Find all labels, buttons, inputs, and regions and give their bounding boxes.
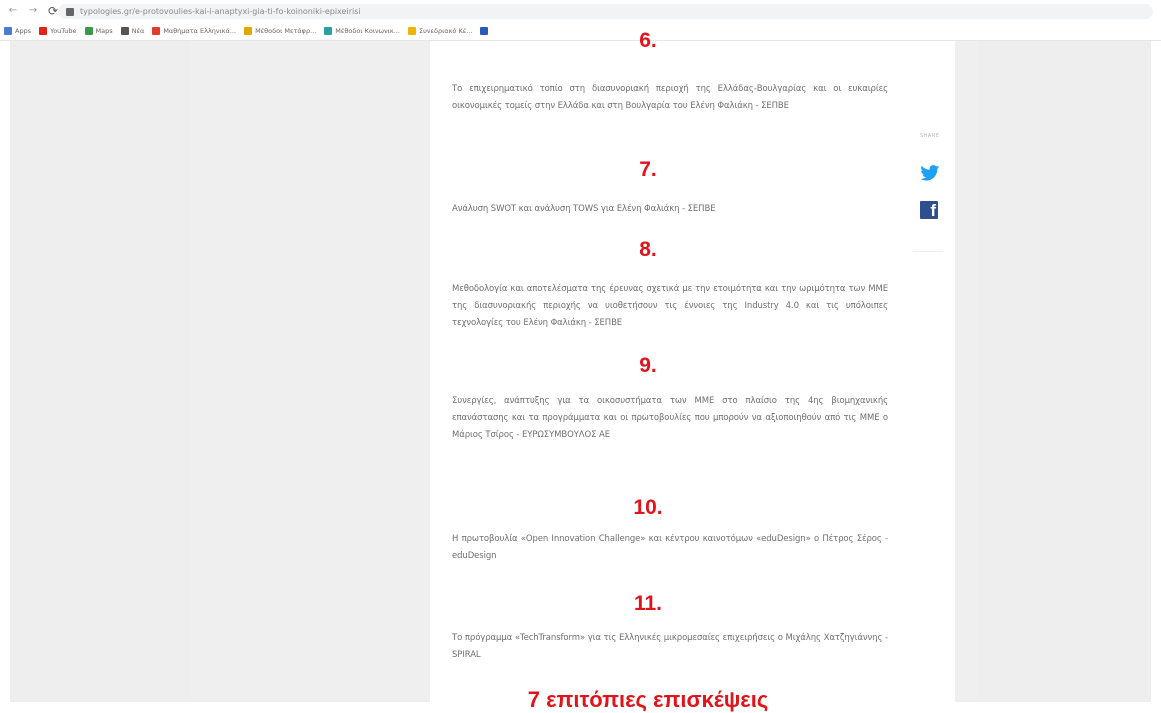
section-text: Ανάλυση SWOT και ανάλυση TOWS για Ελένη … — [452, 204, 716, 214]
forward-icon[interactable]: → — [26, 4, 40, 18]
bookmark-icon — [120, 27, 129, 35]
browser-toolbar: ← → ⟳ typologies.gr/e-protovoulies-kai-i… — [0, 0, 1161, 22]
section-text: Το πρόγραμμα «TechTransform» για τις Ελλ… — [452, 633, 888, 660]
lock-icon — [66, 7, 74, 16]
section-text: Συνεργίες, ανάπτυξης για τα οικοσυστήματ… — [452, 396, 888, 440]
share-label: SHARE — [920, 133, 940, 139]
back-icon[interactable]: ← — [6, 4, 20, 18]
section-text: Το επιχειρηματικό τοπίο στη διασυνοριακή… — [452, 84, 888, 111]
bookmark-label: Maps — [95, 27, 113, 35]
section-number: 10. — [633, 496, 663, 519]
twitter-icon[interactable] — [920, 165, 940, 181]
article-body: 6. Το επιχειρηματικό τοπίο στη διασυνορι… — [430, 29, 898, 712]
facebook-glyph: f — [930, 201, 936, 219]
share-rail: SHARE f — [898, 41, 955, 702]
bookmark-label: Μέθοδοι Μετάφρ... — [255, 27, 317, 35]
left-sidebar — [190, 41, 430, 702]
bookmark-item[interactable]: Μέθοδοι Μετάφρ... — [244, 27, 316, 35]
section-number: 6. — [639, 29, 657, 52]
bookmark-label: YouTube — [50, 27, 77, 35]
section-number: 8. — [639, 238, 657, 261]
share-divider — [913, 251, 943, 252]
facebook-icon[interactable]: f — [920, 201, 938, 219]
right-margin — [978, 41, 1151, 702]
section-text: Μεθοδολογία και αποτελέσματα της έρευνας… — [452, 284, 888, 328]
bookmark-icon — [324, 27, 333, 35]
bookmark-item[interactable]: Νέα — [120, 27, 145, 35]
bookmark-icon — [407, 27, 416, 35]
bookmark-item[interactable]: Apps — [4, 27, 31, 35]
bookmark-icon — [244, 27, 253, 35]
bookmark-label: Apps — [15, 27, 32, 35]
next-section-heading: 7 επιτόπιες επισκέψεις — [527, 687, 769, 712]
bookmark-icon — [84, 27, 93, 35]
bookmark-label: Μέθοδοι Κοινωνικ... — [335, 27, 400, 35]
left-margin — [10, 41, 190, 702]
bookmark-icon — [4, 27, 12, 35]
section-number: 7. — [639, 158, 657, 181]
right-sidebar-edge — [955, 41, 978, 702]
bookmark-item[interactable]: Μέθοδοι Κοινωνικ... — [324, 27, 400, 35]
bookmark-icon — [39, 27, 48, 35]
section-number: 9. — [639, 354, 657, 377]
bookmark-item[interactable]: Maps — [84, 27, 113, 35]
address-bar[interactable]: typologies.gr/e-protovoulies-kai-i-anapt… — [58, 4, 1153, 19]
section-number: 11. — [633, 592, 663, 615]
bookmark-icon — [152, 27, 161, 35]
section-text: Η πρωτοβουλία «Open Innovation Challenge… — [452, 534, 888, 561]
bookmark-label: Νέα — [131, 27, 145, 35]
page-viewport: 6. Το επιχειρηματικό τοπίο στη διασυνορι… — [0, 29, 1161, 712]
url-text[interactable]: typologies.gr/e-protovoulies-kai-i-anapt… — [80, 7, 361, 16]
bookmark-item[interactable]: YouTube — [39, 27, 77, 35]
bookmark-label: Μαθήματα Ελληνικά... — [163, 27, 237, 35]
bookmark-item[interactable]: Μαθήματα Ελληνικά... — [152, 27, 236, 35]
